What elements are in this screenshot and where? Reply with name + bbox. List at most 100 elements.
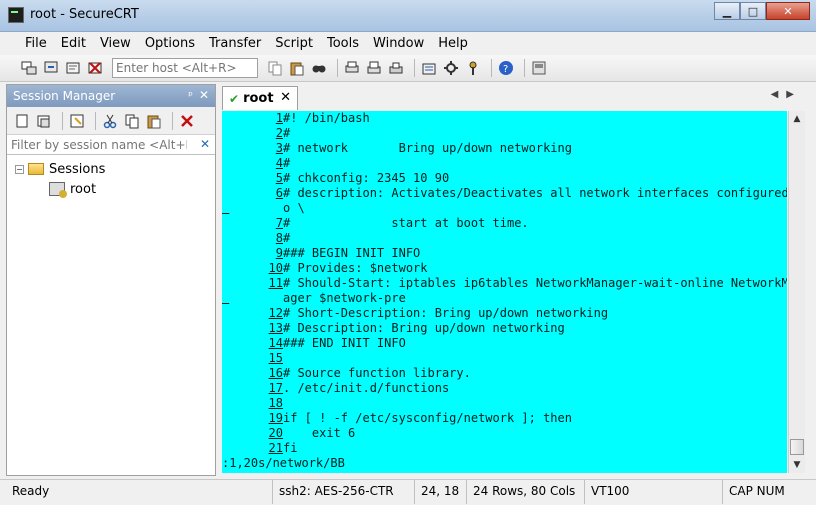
line-text: ager $network-pre	[283, 291, 406, 305]
session-manager-title: Session Manager	[13, 89, 116, 103]
session-options-icon[interactable]	[420, 59, 438, 77]
find-icon[interactable]	[310, 59, 328, 77]
terminal-line: 12 # Short-Description: Bring up/down net…	[222, 306, 787, 321]
line-text: # Description: Bring up/down networking	[283, 321, 565, 335]
line-number: 5	[275, 171, 283, 185]
global-options-icon[interactable]	[442, 59, 460, 77]
close-button[interactable]: ✕	[766, 2, 810, 20]
disconnect-icon[interactable]	[86, 59, 104, 77]
help-icon[interactable]: ?	[497, 59, 515, 77]
copy-icon[interactable]	[266, 59, 284, 77]
status-protocol: ssh2: AES-256-CTR	[272, 480, 394, 504]
session-manager-panel: Session Manager ᵖ ✕ ✕ − Sessions root	[6, 84, 216, 476]
status-bar: Ready ssh2: AES-256-CTR 24, 18 24 Rows, …	[0, 479, 816, 504]
line-number: 2	[275, 126, 283, 140]
keymap-icon[interactable]	[464, 59, 482, 77]
terminal-line: 15	[222, 351, 787, 366]
tab-root[interactable]: ✔ root ✕	[222, 86, 298, 110]
filter-clear-icon[interactable]: ✕	[200, 137, 210, 151]
scrollbar-thumb[interactable]	[790, 439, 804, 455]
terminal-line: 7 # start at boot time.	[222, 216, 787, 231]
securecrt-app-icon	[8, 7, 24, 23]
print-setup-icon[interactable]	[387, 59, 405, 77]
connect-icon[interactable]	[20, 59, 38, 77]
terminal-line: 9 ### BEGIN INIT INFO	[222, 246, 787, 261]
collapse-icon[interactable]: −	[15, 164, 24, 174]
menu-help[interactable]: Help	[431, 36, 475, 51]
session-filter-input[interactable]	[7, 135, 187, 154]
menu-transfer[interactable]: Transfer	[202, 36, 268, 51]
line-text: ### BEGIN INIT INFO	[283, 246, 421, 260]
terminal-line: 18	[222, 396, 787, 411]
tab-scroll-arrows[interactable]: ◀▶	[771, 89, 802, 100]
connect-session-icon[interactable]	[13, 112, 31, 130]
pin-icon[interactable]: ᵖ	[188, 89, 193, 102]
toolbar-separator	[414, 59, 415, 77]
print-selection-icon[interactable]	[365, 59, 383, 77]
terminal-line: 11 # Should-Start: iptables ip6tables Net…	[222, 276, 787, 291]
new-session-icon[interactable]	[68, 112, 86, 130]
line-text: exit 6	[283, 426, 356, 440]
line-text: fi	[283, 441, 298, 455]
keymap-editor-icon[interactable]	[530, 59, 548, 77]
line-number: 20	[268, 426, 283, 440]
line-text: # network Bring up/down networking	[283, 141, 572, 155]
line-text: #	[283, 126, 291, 140]
paste-session-icon[interactable]	[145, 112, 163, 130]
line-number: 8	[275, 231, 283, 245]
terminal-line: ager $network-pre	[222, 291, 787, 306]
line-number: 21	[268, 441, 283, 455]
paste-icon[interactable]	[288, 59, 306, 77]
tree-item-sessions[interactable]: − Sessions	[15, 159, 215, 179]
session-filter: ✕	[7, 135, 215, 155]
menu-file[interactable]: File	[18, 36, 54, 51]
menu-script[interactable]: Script	[268, 36, 320, 51]
line-number: 18	[268, 396, 283, 410]
line-text: if [ ! -f /etc/sysconfig/network ]; then	[283, 411, 572, 425]
delete-session-icon[interactable]	[178, 112, 196, 130]
menu-view[interactable]: View	[93, 36, 138, 51]
print-icon[interactable]	[343, 59, 361, 77]
connect-tab-icon[interactable]	[35, 112, 53, 130]
menu-tools[interactable]: Tools	[320, 36, 366, 51]
tab-strip: ✔ root ✕ ◀▶	[219, 84, 810, 110]
line-number: 17	[268, 381, 283, 395]
toolbar-separator	[524, 59, 525, 77]
minimize-button[interactable]: ▁	[714, 2, 740, 20]
terminal-line: 6 # description: Activates/Deactivates al…	[222, 186, 787, 201]
status-emulation: VT100	[584, 480, 629, 504]
terminal-line: 20 exit 6	[222, 426, 787, 441]
menu-edit[interactable]: Edit	[54, 36, 93, 51]
line-text: # Provides: $network	[283, 261, 428, 275]
terminal-line: 19 if [ ! -f /etc/sysconfig/network ]; th…	[222, 411, 787, 426]
tree-item-root[interactable]: root	[15, 179, 215, 199]
line-number: 7	[275, 216, 283, 230]
line-text: # start at boot time.	[283, 216, 529, 230]
status-cursor: 24, 18	[414, 480, 459, 504]
line-number: 9	[275, 246, 283, 260]
menu-options[interactable]: Options	[138, 36, 202, 51]
maximize-button[interactable]: □	[740, 2, 766, 20]
scroll-up-icon[interactable]: ▲	[789, 111, 805, 127]
svg-text:?: ?	[503, 64, 508, 75]
cut-icon[interactable]	[101, 112, 119, 130]
menu-window[interactable]: Window	[366, 36, 431, 51]
line-number: 3	[275, 141, 283, 155]
terminal-scrollbar[interactable]: ▲ ▼	[788, 111, 805, 473]
enter-host-input[interactable]	[112, 58, 258, 78]
menu-bar: File Edit View Options Transfer Script T…	[0, 32, 816, 55]
terminal-line: 17. /etc/init.d/functions	[222, 381, 787, 396]
line-text: # chkconfig: 2345 10 90	[283, 171, 450, 185]
terminal-line: 16 # Source function library.	[222, 366, 787, 381]
copy-session-icon[interactable]	[123, 112, 141, 130]
session-manager-close-icon[interactable]: ✕	[199, 88, 209, 102]
scroll-down-icon[interactable]: ▼	[789, 457, 805, 473]
tab-close-icon[interactable]: ✕	[280, 90, 291, 105]
terminal-screen[interactable]: 1 #! /bin/bash 2 #3 # network Bring up/down …	[222, 111, 787, 473]
terminal-line: o \	[222, 201, 787, 216]
line-text: o \	[283, 201, 305, 215]
terminal-line: 8 #	[222, 231, 787, 246]
quick-connect-icon[interactable]	[42, 59, 60, 77]
folder-icon	[28, 163, 44, 175]
connect-in-tab-icon[interactable]	[64, 59, 82, 77]
